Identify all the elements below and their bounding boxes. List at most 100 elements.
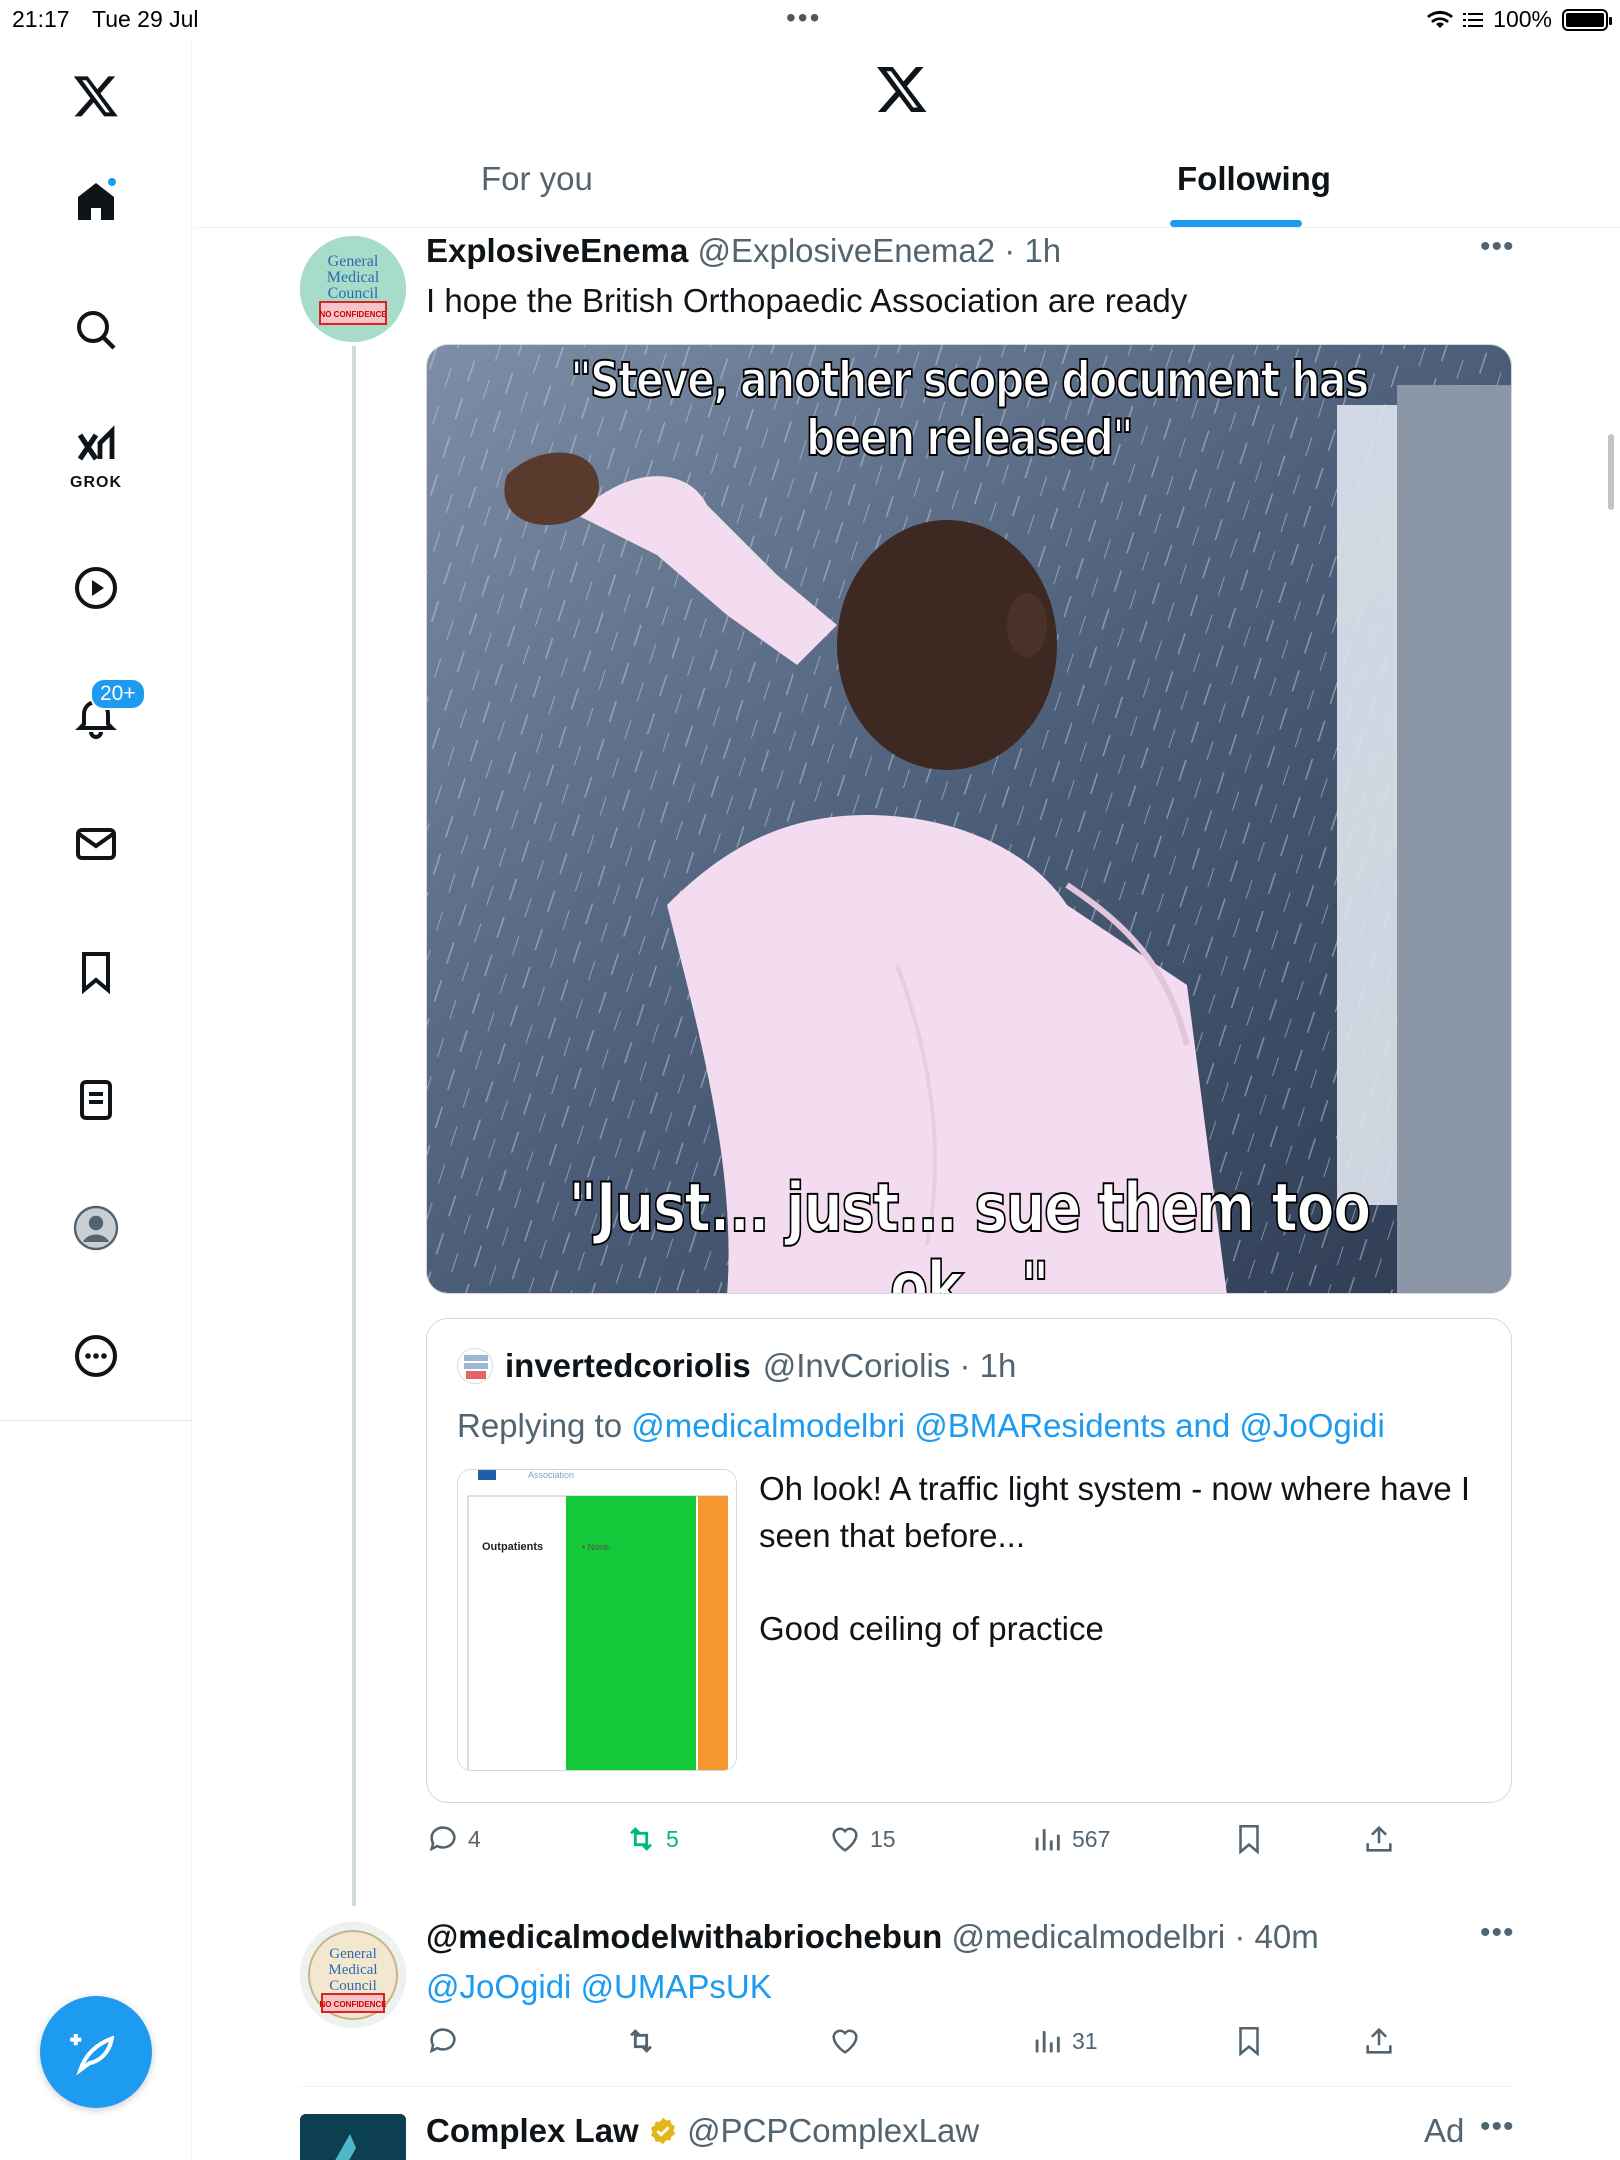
bookmark-icon: [1239, 1824, 1259, 1855]
multitasking-dots-icon[interactable]: •••: [786, 2, 821, 34]
replying-to-line: Replying to @medicalmodelbri @BMAResiden…: [457, 1407, 1385, 1445]
wifi-icon: [1427, 10, 1454, 28]
author-handle[interactable]: @PCPComplexLaw: [687, 2112, 979, 2149]
tweet-actions: 31: [426, 2024, 1526, 2074]
repost-button[interactable]: [624, 2024, 658, 2058]
mention-link[interactable]: @BMAResidents: [914, 1407, 1166, 1444]
battery-percent: 100%: [1493, 6, 1552, 32]
avatar[interactable]: General Medical Council NO CONFIDENCE: [300, 236, 406, 342]
tweet-header: @medicalmodelwithabriochebun @medicalmod…: [426, 1918, 1319, 1955]
compose-post-button[interactable]: [40, 1996, 152, 2108]
scrollbar-thumb[interactable]: [1608, 434, 1614, 510]
views-button[interactable]: 567: [1030, 1822, 1110, 1856]
like-heart-icon: [832, 1827, 858, 1852]
quoted-tweet-header: invertedcoriolis @InvCoriolis · 1h: [457, 1347, 1016, 1385]
search-icon[interactable]: [56, 290, 136, 370]
tab-following[interactable]: Following: [1177, 160, 1331, 228]
svg-text:Outpatients: Outpatients: [482, 1541, 543, 1553]
mention-link[interactable]: @JoOgidi: [1239, 1407, 1384, 1444]
quoted-tweet[interactable]: invertedcoriolis @InvCoriolis · 1h Reply…: [426, 1318, 1512, 1803]
svg-text:NO CONFIDENCE: NO CONFIDENCE: [319, 2000, 387, 2009]
x-logo-icon[interactable]: [56, 56, 136, 136]
home-new-dot: [106, 176, 118, 188]
like-button[interactable]: 15: [828, 1822, 896, 1856]
verified-badge-icon: [650, 2117, 675, 2145]
notifications-badge: 20+: [90, 678, 146, 710]
tab-for-you[interactable]: For you: [481, 160, 593, 228]
reply-button[interactable]: 4: [426, 1822, 481, 1856]
more-menu-icon[interactable]: •••: [1480, 2110, 1515, 2144]
svg-text:Medical: Medical: [328, 1962, 377, 1978]
tweet-header: ExplosiveEnema @ExplosiveEnema2 · 1h: [426, 232, 1062, 269]
sidebar-divider: [0, 1420, 192, 1421]
mention-link[interactable]: @medicalmodelbri: [631, 1407, 905, 1444]
quoted-media-thumbnail[interactable]: Association Outpatients • None.: [457, 1469, 737, 1771]
tweet-text: @JoOgidi @UMAPsUK: [426, 1968, 772, 2006]
home-icon[interactable]: [56, 162, 136, 242]
author-name[interactable]: @medicalmodelwithabriochebun: [426, 1918, 942, 1955]
share-button[interactable]: [1362, 1822, 1396, 1856]
tweet-time[interactable]: 1h: [1024, 232, 1061, 269]
svg-text:General: General: [328, 253, 379, 270]
quoted-text-line-1: Oh look! A traffic light system - now wh…: [759, 1470, 1471, 1554]
like-button[interactable]: [828, 2024, 862, 2058]
more-options-icon[interactable]: [56, 1316, 136, 1396]
timeline-header: For you Following: [193, 40, 1620, 228]
more-menu-icon[interactable]: •••: [1480, 1916, 1515, 1950]
tweet-media-image[interactable]: "Steve, another scope document has been …: [426, 344, 1512, 1294]
x-logo-icon[interactable]: [875, 62, 929, 116]
profile-avatar-icon[interactable]: [56, 1188, 136, 1268]
ad-label: Ad: [1424, 2112, 1465, 2149]
views-count: 567: [1072, 1825, 1111, 1852]
repost-button[interactable]: 5: [624, 1822, 679, 1856]
gmc-avatar-image: General Medical Council NO CONFIDENCE: [300, 236, 406, 342]
notifications-bell-icon[interactable]: 20+: [56, 676, 146, 756]
video-play-icon[interactable]: [56, 548, 136, 628]
mention-link[interactable]: @UMAPsUK: [581, 1968, 772, 2005]
views-chart-icon: [1035, 1829, 1060, 1851]
views-button[interactable]: 31: [1030, 2024, 1098, 2058]
tweet-separator: [300, 2086, 1512, 2087]
status-time: 21:17: [12, 6, 70, 32]
like-heart-icon: [832, 2029, 858, 2054]
author-handle[interactable]: @medicalmodelbri: [951, 1918, 1225, 1955]
quoted-text-line-2: Good ceiling of practice: [759, 1610, 1104, 1647]
author-handle[interactable]: @ExplosiveEnema2: [697, 232, 995, 269]
status-date: Tue 29 Jul: [92, 6, 199, 32]
bookmark-icon: [1239, 2026, 1259, 2057]
quoted-tweet-time: 1h: [979, 1347, 1017, 1384]
more-menu-icon[interactable]: •••: [1480, 230, 1515, 264]
list-icon: [1463, 12, 1484, 27]
avatar[interactable]: [300, 2114, 406, 2160]
repost-count: 5: [666, 1825, 679, 1852]
replying-to-prefix: Replying to: [457, 1407, 623, 1444]
views-count: 31: [1072, 2027, 1098, 2054]
bookmarks-icon[interactable]: [56, 932, 136, 1012]
share-button[interactable]: [1362, 2024, 1396, 2058]
mention-link[interactable]: @JoOgidi: [426, 1968, 571, 2005]
battery-icon: [1562, 8, 1612, 31]
repost-icon: [630, 1827, 652, 1851]
author-name[interactable]: Complex Law: [426, 2112, 639, 2149]
grok-icon[interactable]: GROK: [56, 418, 136, 498]
reply-button[interactable]: [426, 2024, 460, 2058]
bookmark-button[interactable]: [1232, 2024, 1266, 2058]
avatar[interactable]: [457, 1348, 493, 1384]
svg-text:General: General: [329, 1946, 376, 1962]
repost-icon: [630, 2029, 652, 2053]
bookmark-button[interactable]: [1232, 1822, 1266, 1856]
svg-text:Council: Council: [328, 285, 379, 302]
avatar[interactable]: General Medical Council NO CONFIDENCE: [300, 1922, 406, 2028]
svg-text:NO CONFIDENCE: NO CONFIDENCE: [319, 310, 387, 319]
status-bar: 21:17 Tue 29 Jul ••• 100%: [0, 0, 1620, 40]
messages-envelope-icon[interactable]: [56, 804, 136, 884]
svg-text:• None.: • None.: [582, 1542, 612, 1552]
gmc-avatar-image: General Medical Council NO CONFIDENCE: [300, 1922, 406, 2028]
reply-count: 4: [468, 1825, 481, 1852]
svg-text:Association: Association: [528, 1470, 574, 1480]
tweet-text: I hope the British Orthopaedic Associati…: [426, 282, 1188, 319]
lists-icon[interactable]: [56, 1060, 136, 1140]
views-chart-icon: [1035, 2031, 1060, 2053]
tweet-time[interactable]: 40m: [1255, 1918, 1319, 1955]
author-name[interactable]: ExplosiveEnema: [426, 232, 688, 269]
